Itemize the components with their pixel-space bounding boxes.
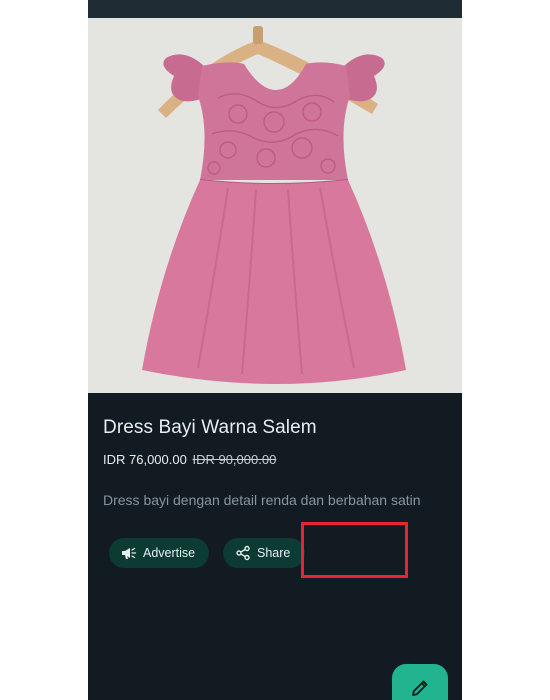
price-row: IDR 76,000.00 IDR 90,000.00 bbox=[103, 452, 276, 467]
product-detail-screen: Dress Bayi Warna Salem IDR 76,000.00 IDR… bbox=[88, 0, 462, 700]
top-app-bar bbox=[88, 0, 462, 18]
product-price: IDR 76,000.00 bbox=[103, 452, 187, 467]
megaphone-icon bbox=[122, 547, 137, 559]
share-highlight-box bbox=[301, 522, 408, 578]
edit-fab-button[interactable] bbox=[392, 664, 448, 700]
share-label: Share bbox=[257, 546, 291, 560]
share-icon bbox=[236, 545, 250, 561]
share-button[interactable]: Share bbox=[223, 538, 305, 568]
advertise-button[interactable]: Advertise bbox=[109, 538, 209, 568]
dress-illustration bbox=[88, 18, 462, 393]
product-original-price: IDR 90,000.00 bbox=[192, 452, 277, 467]
advertise-label: Advertise bbox=[143, 546, 196, 560]
product-image[interactable] bbox=[88, 18, 462, 393]
product-description: Dress bayi dengan detail renda dan berba… bbox=[103, 492, 421, 508]
product-title: Dress Bayi Warna Salem bbox=[103, 417, 317, 438]
pencil-icon bbox=[412, 680, 428, 696]
